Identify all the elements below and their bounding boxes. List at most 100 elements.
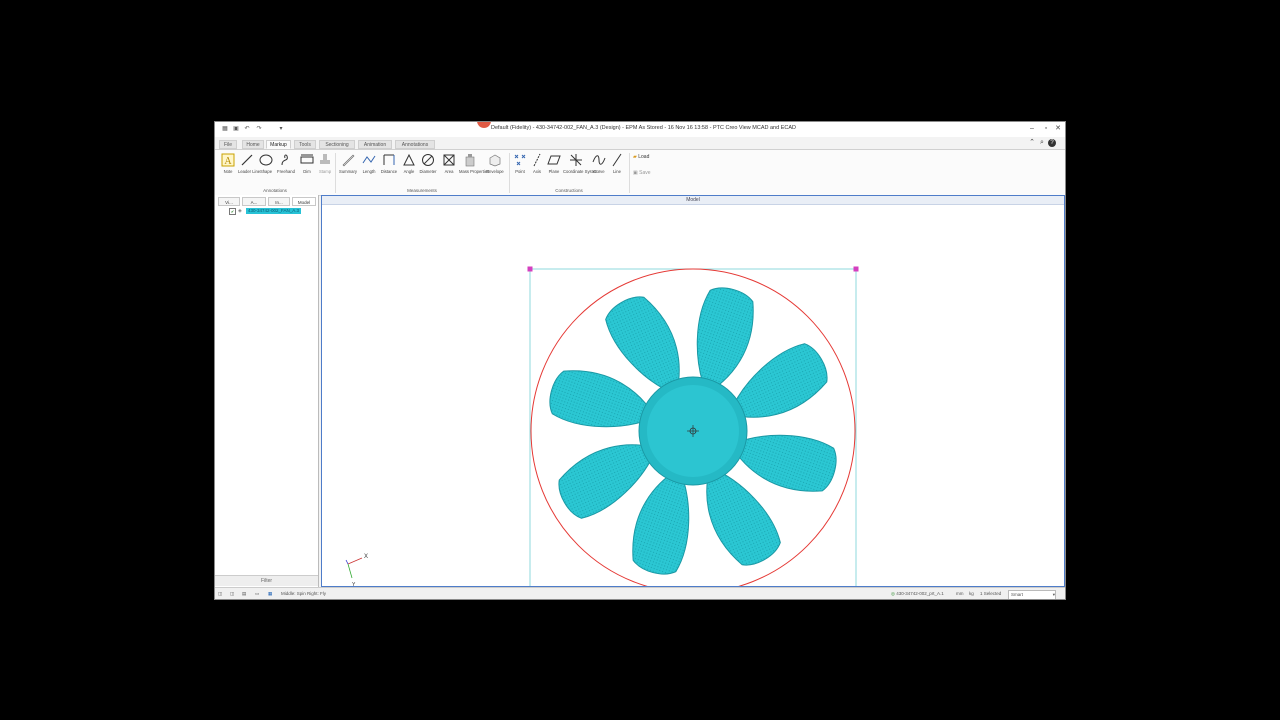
distance-button[interactable]: Distance bbox=[379, 153, 399, 183]
point-icon bbox=[514, 154, 526, 166]
windows-icon[interactable]: ▦ bbox=[268, 590, 272, 598]
tab-sectioning[interactable]: Sectioning bbox=[319, 140, 355, 149]
search-icon[interactable]: ⌕ bbox=[1037, 138, 1047, 148]
selection-handle[interactable] bbox=[527, 266, 533, 272]
tab-tools[interactable]: Tools bbox=[294, 140, 316, 149]
tab-file[interactable]: File bbox=[219, 140, 237, 149]
note-button[interactable]: A Note bbox=[219, 153, 237, 183]
view-layout-icon[interactable]: ▭ bbox=[255, 590, 259, 598]
length-units[interactable]: mm bbox=[956, 590, 964, 598]
area-button[interactable]: Area bbox=[441, 153, 457, 183]
tree-item-checkbox[interactable]: ✔ bbox=[229, 208, 236, 215]
filter-bar[interactable]: Filter bbox=[215, 575, 318, 586]
close-icon[interactable]: ✕ bbox=[1053, 124, 1063, 134]
tree-tabs: Vi... A... In... Model bbox=[218, 197, 316, 207]
mass-properties-button[interactable]: Mass Properties bbox=[459, 153, 489, 183]
selection-count: 1 Selected bbox=[980, 591, 1002, 596]
tab-annotations[interactable]: Annotations bbox=[395, 140, 435, 149]
view-layout-icon[interactable]: ◫ bbox=[218, 590, 222, 598]
load-button[interactable]: ▰ Load bbox=[633, 154, 649, 162]
model-canvas[interactable]: X Y bbox=[322, 204, 1064, 586]
note-icon: A bbox=[221, 153, 235, 167]
envelope-icon bbox=[489, 154, 501, 167]
collapse-ribbon-icon[interactable]: ⌃ bbox=[1027, 138, 1037, 148]
stamp-button[interactable]: Stamp bbox=[317, 153, 333, 183]
save-icon: ▣ bbox=[633, 170, 638, 176]
help-icon[interactable]: ? bbox=[1048, 139, 1056, 147]
distance-icon bbox=[383, 154, 395, 165]
model-status-icon: ◎ bbox=[891, 591, 895, 596]
diameter-button[interactable]: Diameter bbox=[418, 153, 438, 183]
selection-filter-dropdown[interactable]: Smart ▾ bbox=[1008, 590, 1056, 599]
mass-units[interactable]: kg bbox=[969, 590, 974, 598]
angle-button[interactable]: Angle bbox=[401, 153, 417, 183]
line-button[interactable]: Line bbox=[609, 153, 625, 183]
mouse-hint: Middle: Spin Right: Fly bbox=[281, 591, 327, 596]
model-viewport[interactable]: Model X Y bbox=[321, 195, 1065, 587]
length-button[interactable]: Length bbox=[360, 153, 378, 183]
leader-line-button[interactable]: Leader Line bbox=[238, 153, 260, 183]
chevron-down-icon: ▾ bbox=[1052, 592, 1055, 597]
freehand-button[interactable]: Freehand bbox=[276, 153, 296, 183]
model-tree-panel: Vi... A... In... Model ✔ ◈ 430-34742-002… bbox=[215, 195, 319, 587]
ribbon: A Note Leader Line Shape Freehand Dim St… bbox=[215, 149, 1065, 196]
curve-icon bbox=[592, 155, 606, 165]
app-logo-icon: ▦ bbox=[222, 126, 228, 132]
envelope-button[interactable]: Envelope bbox=[484, 153, 506, 183]
tab-home[interactable]: Home bbox=[242, 140, 264, 149]
line-icon bbox=[612, 153, 622, 167]
part-icon: ◈ bbox=[238, 208, 242, 214]
ribbon-tabs: File Home Markup Tools Sectioning Animat… bbox=[215, 138, 1065, 149]
coordinate-system-icon bbox=[570, 154, 582, 166]
plane-button[interactable]: Plane bbox=[546, 153, 562, 183]
mass-properties-icon bbox=[465, 154, 475, 167]
length-icon bbox=[362, 155, 376, 164]
stamp-icon bbox=[320, 154, 330, 164]
title-bar: ▦ ▣ ↶ ↷ ▾ Default (Fidelity) - 430-34742… bbox=[215, 122, 1065, 137]
group-label-measurements: Measurements bbox=[407, 188, 437, 193]
group-separator bbox=[629, 153, 630, 193]
coordinate-system-button[interactable]: Coordinate System bbox=[563, 153, 599, 183]
leader-line-icon bbox=[241, 154, 253, 166]
app-badge-icon bbox=[477, 122, 491, 128]
selection-handle[interactable] bbox=[853, 266, 859, 272]
view-layout-icon[interactable]: ◫ bbox=[230, 590, 234, 598]
tree-tab-info[interactable]: In... bbox=[268, 197, 290, 206]
tree-item-model[interactable]: 430-34742-002_FAN_A.3 bbox=[246, 208, 302, 214]
coordinate-triad-icon: X Y bbox=[345, 554, 368, 586]
axis-icon bbox=[533, 153, 541, 167]
maximize-icon[interactable]: ▫ bbox=[1041, 124, 1051, 134]
load-icon: ▰ bbox=[633, 154, 637, 160]
undo-icon[interactable]: ↶ bbox=[243, 125, 251, 133]
angle-icon bbox=[403, 153, 415, 166]
tab-animation[interactable]: Animation bbox=[358, 140, 392, 149]
summary-icon bbox=[342, 154, 355, 167]
curve-button[interactable]: Curve bbox=[591, 153, 607, 183]
freehand-icon bbox=[281, 154, 288, 166]
dim-button[interactable]: Dim bbox=[298, 153, 316, 183]
minimize-icon[interactable]: – bbox=[1027, 124, 1037, 134]
area-icon bbox=[443, 154, 455, 166]
tab-markup[interactable]: Markup bbox=[266, 140, 291, 149]
save-button[interactable]: ▣ Save bbox=[633, 170, 651, 178]
save-quick-icon[interactable]: ▣ bbox=[232, 125, 240, 133]
axis-button[interactable]: Axis bbox=[529, 153, 545, 183]
point-button[interactable]: Point bbox=[512, 153, 528, 183]
shape-button[interactable]: Shape bbox=[257, 153, 275, 183]
tree-tab-views[interactable]: Vi... bbox=[218, 197, 240, 206]
shape-icon bbox=[259, 154, 273, 166]
svg-text:X: X bbox=[364, 554, 368, 560]
customize-toolbar-icon[interactable]: ▾ bbox=[277, 125, 285, 133]
svg-text:A: A bbox=[224, 156, 232, 167]
tree-tab-annotations[interactable]: A... bbox=[242, 197, 266, 206]
summary-button[interactable]: Summary bbox=[338, 153, 358, 183]
group-label-annotations: Annotations bbox=[263, 188, 287, 193]
status-model-name[interactable]: ◎ 430-34742-002_prt_A.1 bbox=[891, 590, 944, 598]
tree-tab-model[interactable]: Model bbox=[292, 197, 316, 206]
diameter-icon bbox=[422, 154, 434, 166]
window-title: Default (Fidelity) - 430-34742-002_FAN_A… bbox=[491, 125, 796, 131]
dim-icon bbox=[300, 154, 314, 164]
view-layout-icon[interactable]: ▤ bbox=[242, 590, 246, 598]
svg-text:Y: Y bbox=[352, 582, 356, 586]
redo-icon[interactable]: ↷ bbox=[255, 125, 263, 133]
